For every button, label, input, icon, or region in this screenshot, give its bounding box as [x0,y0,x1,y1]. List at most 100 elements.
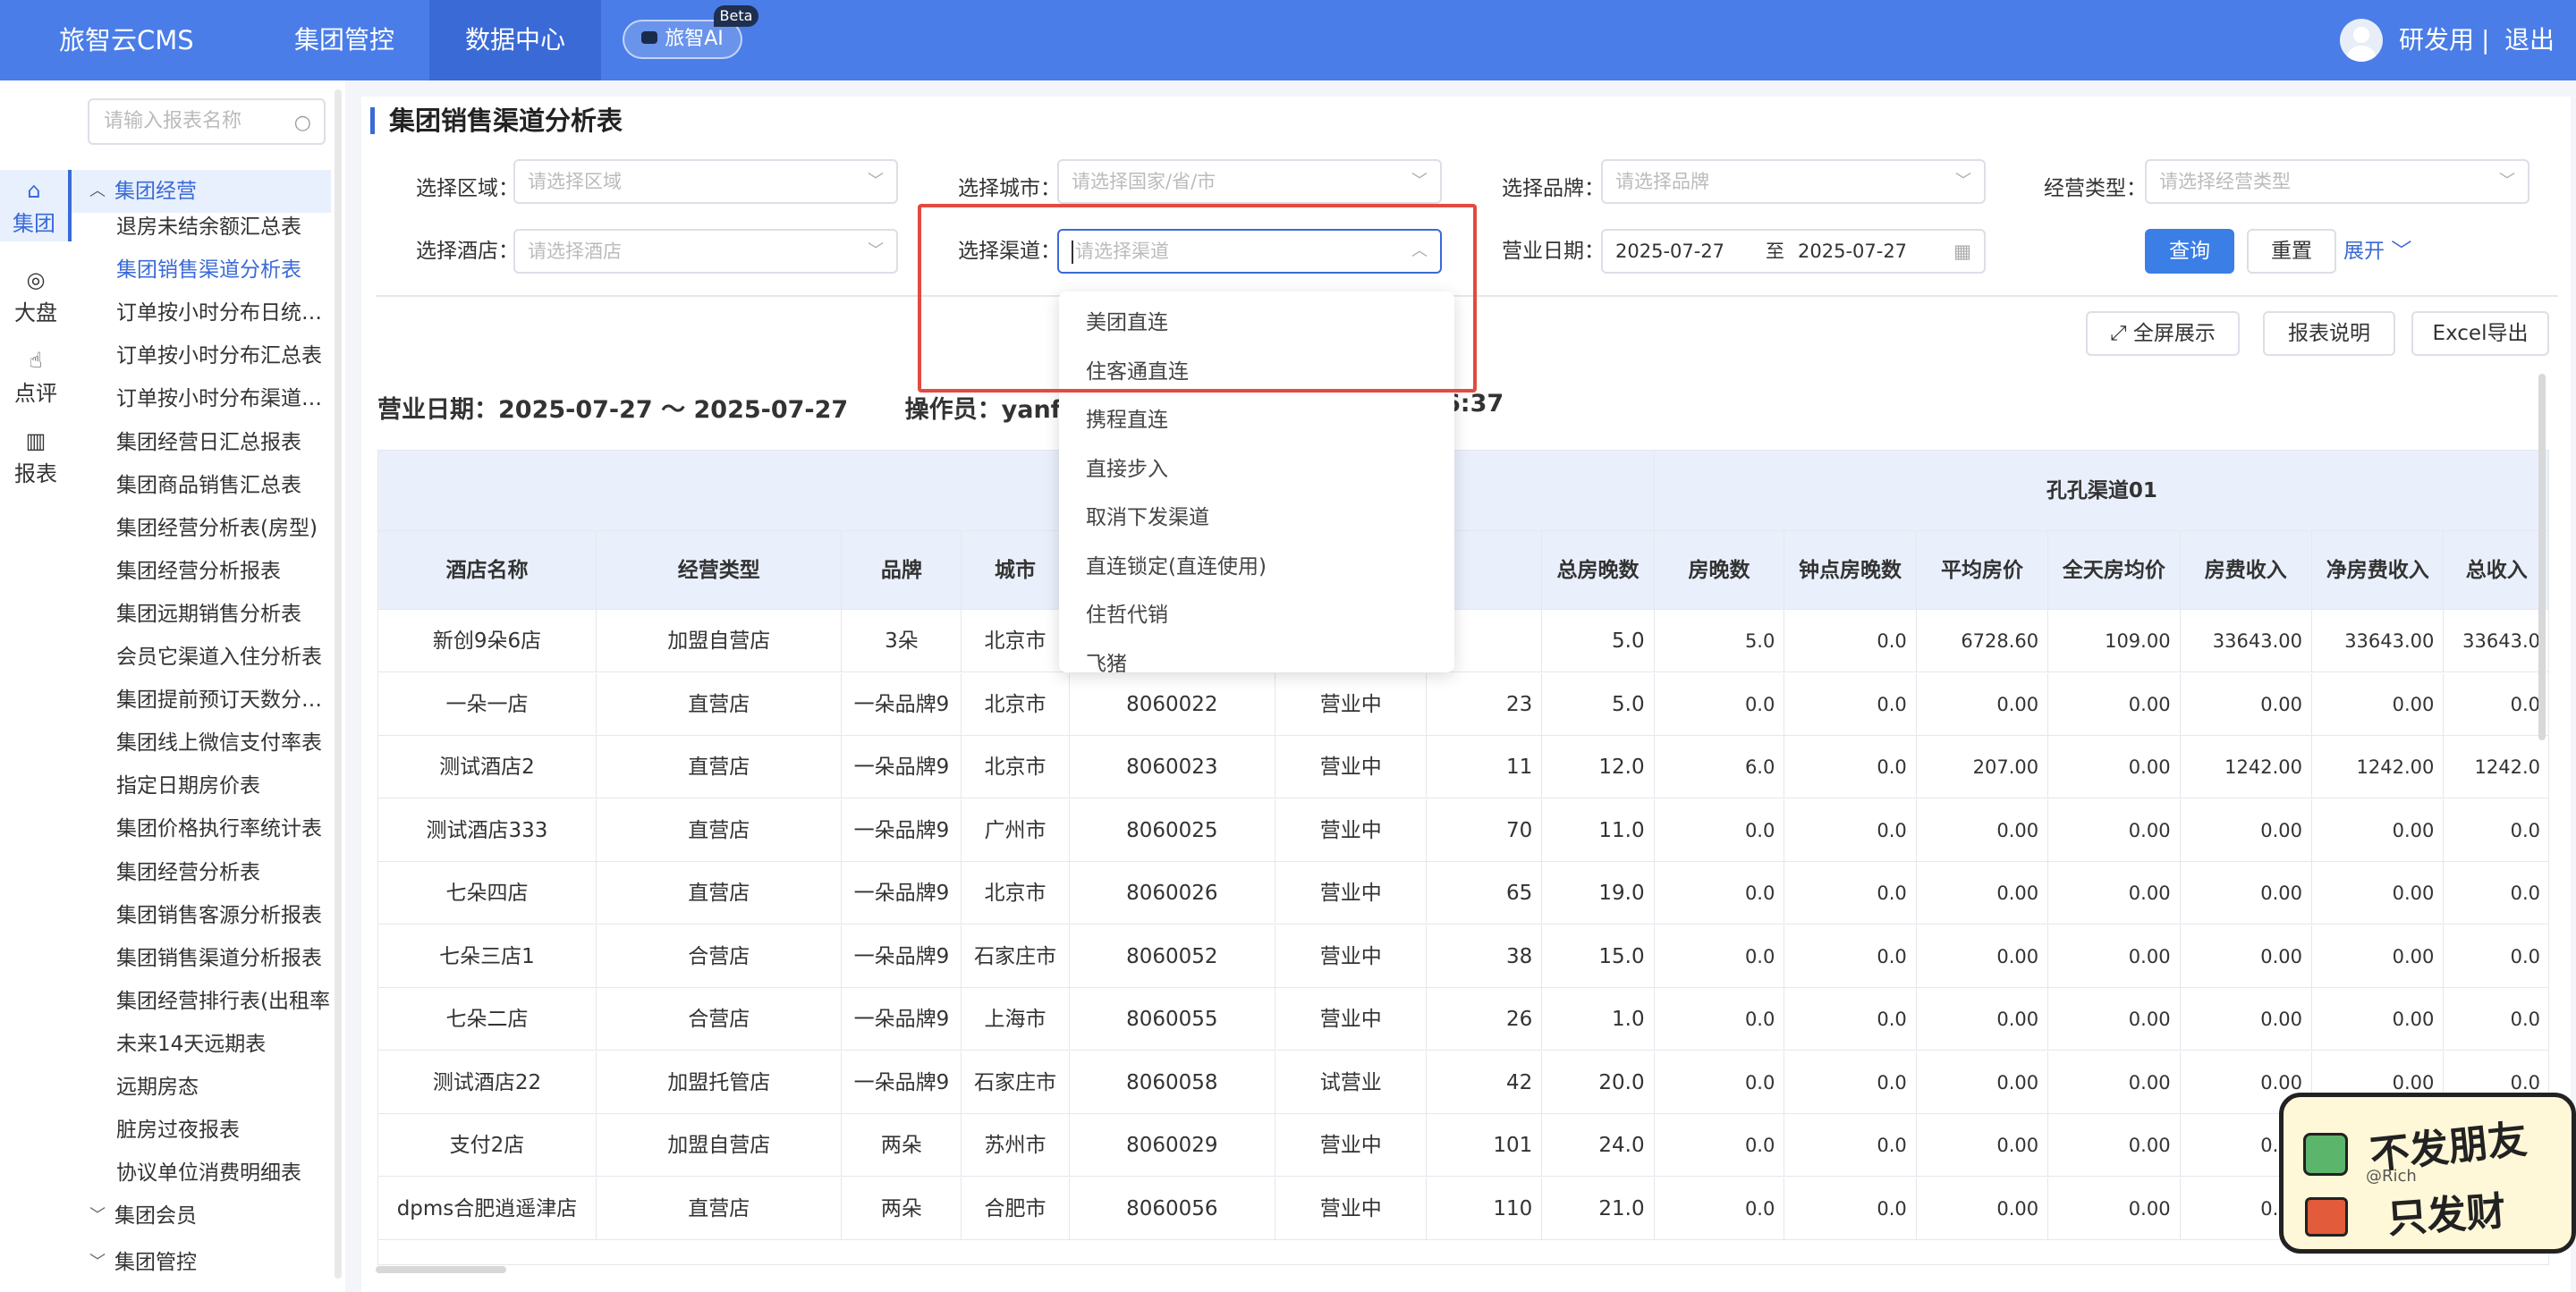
fullscreen-button[interactable]: ⤢ 全屏展示 [2086,311,2240,356]
tab-group-control[interactable]: 集团管控 [277,0,411,80]
table-header-cell[interactable]: 全天房均价 [2048,531,2181,610]
dropdown-option[interactable]: 携程直连 [1059,396,1454,444]
dropdown-option[interactable]: 飞猪 [1059,640,1454,673]
table-horizontal-scrollbar[interactable] [376,1266,506,1273]
rail-item-dashboard[interactable]: ◎ 大盘 [0,259,72,331]
table-cell: 0.00 [2180,925,2312,988]
table-header-cell[interactable]: 平均房价 [1916,531,2049,610]
date-from[interactable]: 2025-07-27 [1615,231,1724,272]
table-header-cell[interactable]: 钟点房晚数 [1784,531,1917,610]
tree-group-members[interactable]: ﹀ 集团会员 [72,1195,331,1237]
tree-item[interactable]: 集团提前预订天数分… [72,679,331,722]
tree-group-control[interactable]: ﹀ 集团管控 [72,1241,331,1284]
table-cell: 0.00 [2048,925,2181,988]
calendar-icon: ▦ [1953,241,1971,262]
tree-item[interactable]: 远期房态 [72,1066,331,1109]
tree-item[interactable]: 集团线上微信支付率表 [72,722,331,764]
tree-item[interactable]: 订单按小时分布日统… [72,291,331,334]
rail-item-group[interactable]: ⌂ 集团 [0,170,72,241]
tree-item[interactable]: 退房未结余额汇总表 [72,206,331,249]
table-header-cell[interactable]: 房费收入 [2180,531,2312,610]
report-search-input[interactable]: 请输入报表名称 ○ [88,98,326,145]
table-header-cell[interactable]: 经营类型 [596,531,843,610]
tree-item[interactable]: 协议单位消费明细表 [72,1152,331,1195]
table-cell: 两朵 [842,1114,962,1177]
table-header-cell[interactable]: 房晚数 [1654,531,1785,610]
table-header-cell[interactable]: 总房晚数 [1542,531,1655,610]
tree-scrollbar[interactable] [335,89,342,1279]
shirt-icon [2305,1197,2348,1237]
building-icon: ⌂ [27,178,41,203]
rail-item-review[interactable]: ☝ 点评 [0,340,72,411]
tree-item[interactable]: 集团经营排行表(出租率) [72,980,331,1023]
table-cell: 8060055 [1069,988,1276,1051]
dropdown-option[interactable]: 取消下发渠道 [1059,494,1454,542]
tree-item[interactable]: 集团远期销售分析表 [72,593,331,636]
optype-select[interactable]: 请选择经营类型 ﹀ [2145,159,2529,204]
table-header-cell[interactable]: 酒店名称 [378,531,597,610]
tree-item[interactable]: 订单按小时分布渠道… [72,377,331,420]
date-to[interactable]: 2025-07-27 [1798,231,1907,272]
report-explain-button[interactable]: 报表说明 [2263,311,2395,356]
tree-item[interactable]: 未来14天远期表 [72,1023,331,1066]
dropdown-option[interactable]: 直连锁定(直连使用) [1059,543,1454,591]
table-cell: 33643.0 [2444,610,2548,672]
tree-item[interactable]: 集团销售渠道分析报表 [72,937,331,980]
excel-export-button[interactable]: Excel导出 [2411,311,2549,356]
table-cell: 0.0 [1654,1177,1785,1240]
table-cell: 支付2店 [378,1114,597,1177]
table-cell: 8060022 [1069,672,1276,736]
tree-item[interactable]: 集团经营日汇总报表 [72,421,331,464]
tab-data-center[interactable]: 数据中心 [429,0,601,80]
brand-logo[interactable]: 旅智云CMS [59,0,194,80]
reset-button[interactable]: 重置 [2247,229,2336,274]
tree-item[interactable]: 会员它渠道入住分析表 [72,636,331,679]
table-cell: 试营业 [1275,1051,1428,1114]
hotel-select[interactable]: 请选择酒店 ﹀ [513,229,898,274]
table-cell: 加盟自营店 [596,1114,843,1177]
tree-item[interactable]: 集团经营分析报表 [72,550,331,593]
tree-item[interactable]: 集团销售客源分析报表 [72,894,331,937]
table-cell: 新创9朵6店 [378,610,597,672]
query-button[interactable]: 查询 [2145,229,2234,274]
table-cell: 营业中 [1275,798,1428,862]
table-cell: 0.00 [2311,798,2445,862]
report-table[interactable]: 孔孔渠道01 酒店名称 经营类型 品牌 城市 总房晚数 房晚数 钟点房晚数 平均房价 全天房均价房… [377,450,2549,1265]
table-vertical-scrollbar[interactable] [2538,374,2546,740]
table-cell: 0.00 [2048,672,2181,736]
dropdown-option[interactable]: 直接步入 [1059,445,1454,494]
table-cell: 19.0 [1542,862,1655,925]
expand-button[interactable]: 展开 ﹀ [2343,229,2411,274]
table-header-cell[interactable]: 城市 [962,531,1070,610]
tree-item[interactable]: 指定日期房价表 [72,764,331,807]
table-header-cell[interactable]: 净房费收入 [2311,531,2445,610]
table-cell: 12.0 [1542,736,1655,798]
table-cell: 0.00 [2048,988,2181,1051]
table-header-cell[interactable]: 总收入 [2444,531,2548,610]
tree-item[interactable]: 集团销售渠道分析表 [72,249,331,291]
page-title: 集团销售渠道分析表 [370,107,623,134]
tree-item[interactable]: 集团价格执行率统计表 [72,807,331,850]
report-info: 营业日期：2025-07-27 ～ 2025-07-27 操作员：yanfa40… [377,390,1504,424]
table-cell: 0.00 [1916,798,2049,862]
logout-button[interactable]: 退出 [2504,0,2555,80]
dropdown-option[interactable]: 住哲代销 [1059,591,1454,639]
table-cell: 七朵四店 [378,862,597,925]
tree-item[interactable]: 集团商品销售汇总表 [72,464,331,507]
table-cell: 0.00 [1916,862,2049,925]
rail-item-report[interactable]: ▥ 报表 [0,420,72,492]
tree-item[interactable]: 集团经营分析表(房型) [72,507,331,550]
user-name[interactable]: 研发用 [2399,0,2474,80]
table-cell: 21.0 [1542,1177,1655,1240]
region-select[interactable]: 请选择区域 ﹀ [513,159,898,204]
date-range-picker[interactable]: 2025-07-27 至 2025-07-27 ▦ [1601,229,1986,274]
avatar[interactable] [2340,19,2383,62]
tree-item[interactable]: 订单按小时分布汇总表 [72,334,331,377]
table-cell: 6.0 [1654,736,1785,798]
city-select[interactable]: 请选择国家/省/市 ﹀ [1057,159,1442,204]
tree-item[interactable]: 脏房过夜报表 [72,1109,331,1152]
table-cell: 33643.00 [2311,610,2445,672]
brand-select[interactable]: 请选择品牌 ﹀ [1601,159,1986,204]
table-header-cell[interactable]: 品牌 [842,531,962,610]
tree-item[interactable]: 集团经营分析表 [72,851,331,894]
